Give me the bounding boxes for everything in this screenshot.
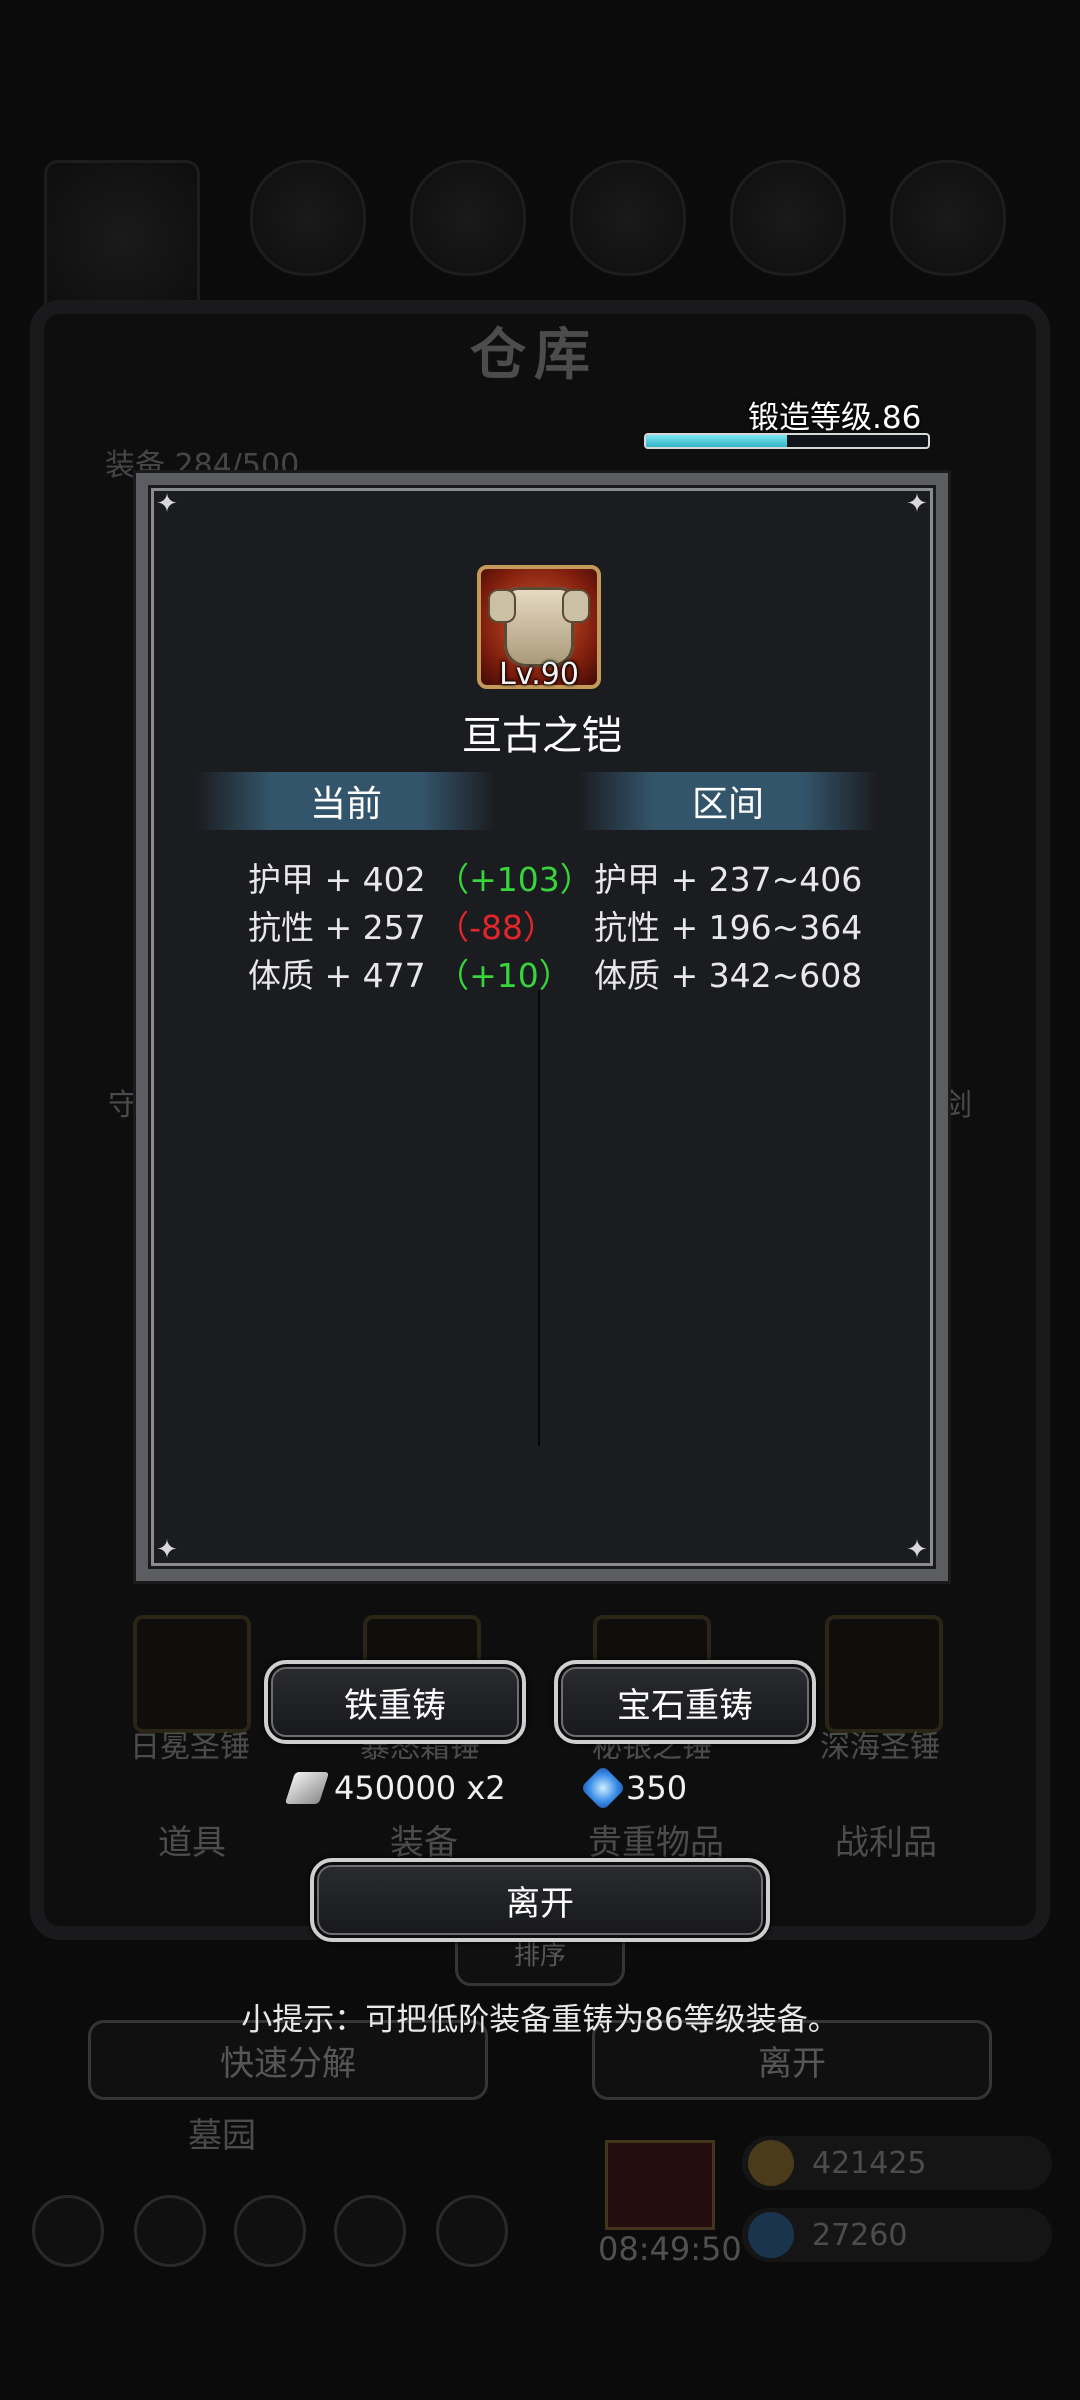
stat-value: 抗性 + 257: [248, 908, 426, 947]
forge-progress-fill: [646, 435, 787, 447]
menu-circle-icon: [32, 2195, 104, 2267]
gem-counter: 27260: [742, 2208, 1052, 2262]
hammer-label: 日冕圣锤: [130, 1730, 250, 1765]
stat-diff: （+103）: [436, 860, 593, 899]
stat-current-resistance: 抗性 + 257 （-88）: [248, 901, 556, 949]
stat-range-armor: 护甲 + 237~406: [594, 860, 863, 899]
equipment-slot: [410, 160, 526, 276]
tab-loot: 战利品: [835, 1823, 937, 1863]
armor-graphic: [488, 587, 590, 667]
item-name: 亘古之铠: [462, 713, 622, 759]
gem-value: 27260: [812, 2217, 908, 2253]
stat-range-constitution: 体质 + 342~608: [594, 956, 863, 995]
range-column-header: 区间: [578, 772, 878, 830]
forge-level-label: 锻造等级.86: [748, 400, 922, 436]
iron-ingot-icon: [284, 1772, 330, 1804]
gem-icon: [580, 1765, 626, 1811]
equipment-slot: [730, 160, 846, 276]
gem-cost: 350: [580, 1765, 688, 1811]
graveyard-label: 墓园: [188, 2116, 256, 2156]
gold-counter: 421425: [742, 2136, 1052, 2190]
stat-range-resistance: 抗性 + 196~364: [594, 908, 863, 947]
gold-coin-icon: [748, 2140, 794, 2186]
equipment-slot: [890, 160, 1006, 276]
corner-sparkle-icon: ✦: [156, 1535, 178, 1565]
forge-progress-bar: [644, 433, 930, 449]
column-divider: [538, 990, 540, 1446]
leave-button[interactable]: 离开: [310, 1858, 770, 1942]
stat-current-armor: 护甲 + 402 （+103）: [248, 853, 593, 901]
gem-icon: [748, 2212, 794, 2258]
corner-sparkle-icon: ✦: [906, 1535, 928, 1565]
menu-circle-icon: [436, 2195, 508, 2267]
timer-text: 08:49:50: [598, 2230, 742, 2268]
tab-items: 道具: [158, 1823, 226, 1863]
gift-icon: [605, 2140, 715, 2230]
side-label: 守: [108, 1088, 138, 1123]
gem-cost-value: 350: [626, 1769, 688, 1807]
menu-circle-icon: [134, 2195, 206, 2267]
current-column-header: 当前: [196, 772, 496, 830]
gem-recast-button[interactable]: 宝石重铸: [554, 1660, 816, 1744]
equipment-slot: [570, 160, 686, 276]
stat-current-constitution: 体质 + 477 （+10）: [248, 949, 572, 997]
item-level: Lv.90: [499, 657, 579, 692]
equipment-slot: [250, 160, 366, 276]
iron-cost-value: 450000 x2: [334, 1769, 506, 1807]
hammer-slot: [133, 1615, 251, 1733]
hammer-slot: [825, 1615, 943, 1733]
gold-value: 421425: [812, 2145, 927, 2181]
iron-cost: 450000 x2: [284, 1768, 506, 1808]
stat-value: 护甲 + 402: [248, 860, 426, 899]
tab-equipment: 装备: [390, 1823, 458, 1863]
tab-valuables: 贵重物品: [588, 1823, 724, 1863]
iron-recast-button[interactable]: 铁重铸: [264, 1660, 526, 1744]
menu-circle-icon: [334, 2195, 406, 2267]
corner-sparkle-icon: ✦: [156, 489, 178, 519]
equipment-slot: [44, 160, 200, 316]
menu-circle-icon: [234, 2195, 306, 2267]
corner-sparkle-icon: ✦: [906, 489, 928, 519]
hammer-label: 深海圣锤: [820, 1730, 940, 1765]
stat-value: 体质 + 477: [248, 956, 426, 995]
warehouse-title: 仓库: [470, 323, 598, 388]
hint-text: 小提示：可把低阶装备重铸为86等级装备。: [241, 2002, 839, 2038]
stat-diff: （+10）: [436, 956, 572, 995]
stat-diff: （-88）: [436, 908, 557, 947]
